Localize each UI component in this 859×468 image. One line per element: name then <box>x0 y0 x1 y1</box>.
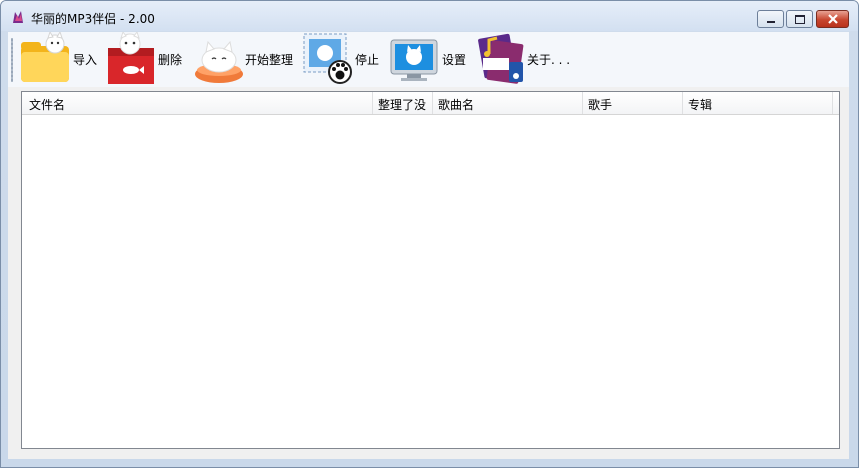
maximize-button[interactable] <box>786 10 813 28</box>
stamp-paw-icon <box>303 33 352 84</box>
window-title: 华丽的MP3伴侣 - 2.00 <box>31 12 155 26</box>
trash-cat-icon <box>108 32 154 84</box>
column-label: 歌手 <box>588 98 613 112</box>
column-song-title[interactable]: 歌曲名 <box>433 92 583 114</box>
app-window: 华丽的MP3伴侣 - 2.00 导入 删除 开始整理 停止 设置 关于. . .… <box>0 0 859 468</box>
client-area: 文件名 整理了没 歌曲名 歌手 专辑 <box>8 87 849 459</box>
delete-label: 删除 <box>158 53 183 67</box>
list-body[interactable] <box>22 115 839 448</box>
list-header: 文件名 整理了没 歌曲名 歌手 专辑 <box>22 92 839 115</box>
title-bar[interactable]: 华丽的MP3伴侣 - 2.00 <box>1 1 858 31</box>
import-label: 导入 <box>73 53 98 67</box>
column-label: 专辑 <box>688 98 713 112</box>
start-organize-label: 开始整理 <box>245 53 294 67</box>
minimize-button[interactable] <box>757 10 784 28</box>
import-button[interactable]: 导入 <box>19 32 99 87</box>
close-button[interactable] <box>816 10 849 28</box>
column-album[interactable]: 专辑 <box>683 92 833 114</box>
stop-button[interactable]: 停止 <box>302 32 382 87</box>
column-label: 文件名 <box>29 98 66 112</box>
toolbar: 导入 删除 开始整理 停止 设置 关于. . . <box>8 32 849 88</box>
about-label: 关于. . . <box>527 53 571 67</box>
column-filename[interactable]: 文件名 <box>22 92 373 114</box>
column-label: 整理了没 <box>378 98 427 112</box>
mp3-player-icon <box>478 33 524 84</box>
about-button[interactable]: 关于. . . <box>475 32 585 87</box>
delete-button[interactable]: 删除 <box>106 32 186 87</box>
stop-label: 停止 <box>355 53 380 67</box>
close-icon <box>828 14 838 24</box>
settings-button[interactable]: 设置 <box>389 32 469 87</box>
cat-bed-icon <box>195 40 243 83</box>
maximize-icon <box>795 15 805 24</box>
settings-label: 设置 <box>442 53 467 67</box>
app-logo-icon <box>13 11 23 23</box>
column-label: 歌曲名 <box>438 98 475 112</box>
folder-cat-icon <box>21 32 69 82</box>
monitor-cat-icon <box>390 39 438 81</box>
file-list[interactable]: 文件名 整理了没 歌曲名 歌手 专辑 <box>21 91 840 449</box>
column-artist[interactable]: 歌手 <box>583 92 683 114</box>
column-organized[interactable]: 整理了没 <box>373 92 433 114</box>
toolbar-grip[interactable] <box>11 38 13 82</box>
start-organize-button[interactable]: 开始整理 <box>193 32 295 87</box>
minimize-icon <box>767 21 775 23</box>
